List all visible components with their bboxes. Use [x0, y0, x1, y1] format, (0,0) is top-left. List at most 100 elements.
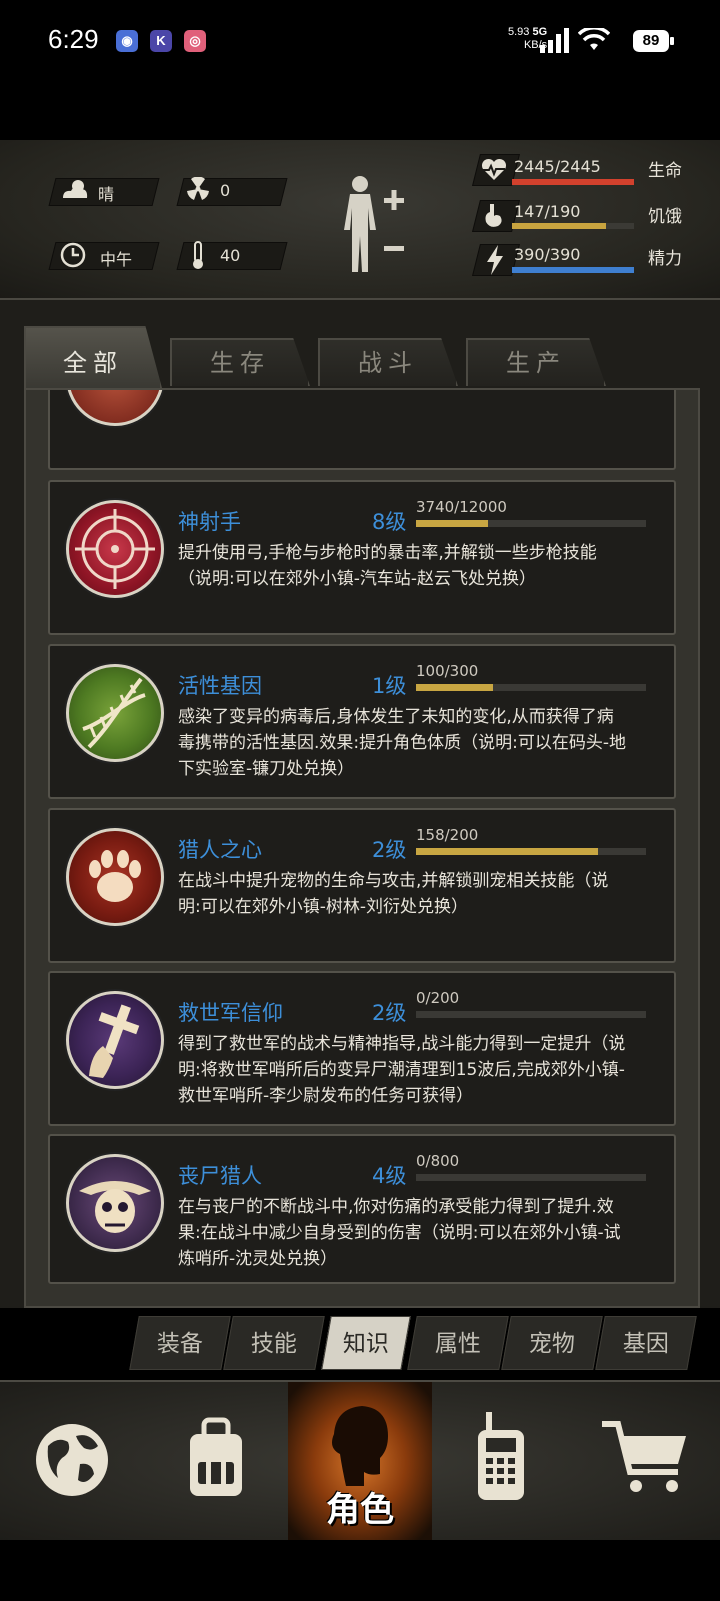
- skill-name: 猎人之心: [178, 838, 262, 862]
- hunger-bar-fill: [512, 223, 607, 229]
- nav-character[interactable]: 角色: [288, 1382, 432, 1542]
- hunger-bar-track: [512, 223, 634, 229]
- skill-progress-fill: [416, 848, 598, 855]
- status-time: 6:29: [48, 24, 99, 54]
- skill-card-partial[interactable]: [48, 390, 676, 470]
- skill-level: 2级: [372, 1001, 407, 1025]
- skill-name: 神射手: [178, 510, 241, 534]
- heart-pulse-icon: [481, 158, 507, 180]
- subtab-pets[interactable]: 宠物: [501, 1316, 603, 1370]
- subtab-label: 属性: [434, 1331, 481, 1357]
- tab-production[interactable]: 生产: [466, 338, 606, 386]
- nav-world[interactable]: [0, 1382, 144, 1542]
- skill-exp: 158/200: [416, 826, 479, 844]
- skill-progress-fill: [416, 520, 488, 527]
- skull-hunter-icon: [66, 1154, 164, 1252]
- clock-icon: [60, 242, 86, 268]
- backpack-icon: [190, 1417, 242, 1496]
- skill-exp: 0/800: [416, 1152, 460, 1170]
- subtab-label: 基因: [622, 1331, 669, 1357]
- tab-all[interactable]: 全部: [24, 326, 162, 388]
- camera-app-icon: ◎: [184, 30, 206, 52]
- skill-progress-track: [416, 848, 646, 855]
- skill-name: 丧尸猎人: [178, 1164, 262, 1188]
- battery-tip: [670, 37, 674, 45]
- k-app-icon: K: [150, 30, 172, 52]
- crosshair-icon: [66, 500, 164, 598]
- system-nav-area: [0, 1540, 720, 1601]
- status-bar: 6:29 ◉ K ◎ 5.93 5G KB/s 89: [0, 0, 720, 84]
- skill-description: 在战斗中提升宠物的生命与攻击,并解锁驯宠相关技能（说明:可以在郊外小镇-树林-刘…: [178, 871, 609, 917]
- tab-survival[interactable]: 生存: [170, 338, 310, 386]
- speed-value: 5.93: [508, 26, 530, 38]
- skill-level: 2级: [372, 838, 407, 862]
- health-bar-fill: [512, 179, 634, 185]
- skill-exp: 0/200: [416, 989, 460, 1007]
- skill-list[interactable]: 神射手 8级 3740/12000 提升使用弓,手枪与步枪时的暴击率,并解锁一些…: [24, 388, 700, 1308]
- skill-exp: 100/300: [416, 662, 479, 680]
- skill-card[interactable]: 丧尸猎人 4级 0/800 在与丧尸的不断战斗中,你对伤痛的承受能力得到了提升.…: [48, 1134, 676, 1284]
- nav-shop[interactable]: [576, 1382, 720, 1542]
- health-bar-track: [512, 179, 634, 185]
- dna-icon: [66, 664, 164, 762]
- skill-progress-track: [416, 684, 646, 691]
- radiation-value: 0: [220, 181, 231, 200]
- temperature-value: 40: [220, 246, 241, 265]
- nav-radio[interactable]: [432, 1382, 576, 1542]
- tab-combat[interactable]: 战斗: [318, 338, 458, 386]
- wifi-icon: [578, 28, 610, 50]
- subtab-skills[interactable]: 技能: [223, 1316, 325, 1370]
- thermometer-icon: [193, 241, 203, 269]
- health-label: 生命: [648, 161, 682, 181]
- skill-progress-track: [416, 520, 646, 527]
- stats-panel: 晴 0 中午 40 2445/2445 生命 147/190 饥饿 390/39…: [0, 140, 720, 300]
- energy-value: 390/390: [514, 245, 581, 264]
- cloud-sun-icon: [63, 180, 88, 198]
- paw-icon: [66, 828, 164, 926]
- skill-card[interactable]: 猎人之心 2级 158/200 在战斗中提升宠物的生命与攻击,并解锁驯宠相关技能…: [48, 808, 676, 963]
- radiation-icon: [187, 177, 209, 200]
- subtab-label: 技能: [250, 1331, 297, 1357]
- subtab-label: 宠物: [528, 1331, 575, 1357]
- skill-description: 提升使用弓,手枪与步枪时的暴击率,并解锁一些步枪技能（说明:可以在郊外小镇-汽车…: [178, 543, 597, 589]
- subtab-knowledge[interactable]: 知识: [321, 1316, 411, 1370]
- cart-icon: [602, 1421, 686, 1492]
- skill-description: 得到了救世军的战术与精神指导,战斗能力得到一定提升（说明:将救世军哨所后的变异尸…: [178, 1034, 626, 1106]
- skill-description: 感染了变异的病毒后,身体发生了未知的变化,从而获得了病毒携带的活性基因.效果:提…: [178, 707, 626, 779]
- health-value: 2445/2445: [514, 157, 601, 176]
- subtab-label: 装备: [156, 1331, 203, 1357]
- signal-icon: [540, 28, 569, 53]
- skill-description: 在与丧尸的不断战斗中,你对伤痛的承受能力得到了提升.效果:在战斗中减少自身受到的…: [178, 1197, 621, 1269]
- skill-progress-fill: [416, 684, 493, 691]
- stomach-icon: [485, 204, 502, 227]
- skill-name: 活性基因: [178, 674, 262, 698]
- globe-icon: [36, 1424, 108, 1496]
- skill-name: 救世军信仰: [178, 1001, 283, 1025]
- radio-icon: [478, 1412, 524, 1500]
- hunger-label: 饥饿: [648, 207, 682, 227]
- character-icon: [332, 1406, 388, 1486]
- skill-card[interactable]: 救世军信仰 2级 0/200 得到了救世军的战术与精神指导,战斗能力得到一定提升…: [48, 971, 676, 1126]
- energy-bolt-icon: [487, 245, 503, 275]
- chat-app-icon: ◉: [116, 30, 138, 52]
- skill-level: 1级: [372, 674, 407, 698]
- skill-exp: 3740/12000: [416, 498, 507, 516]
- energy-label: 精力: [648, 249, 682, 269]
- skill-emblem-partial: [66, 390, 164, 426]
- subtab-label: 知识: [342, 1331, 389, 1357]
- skill-progress-track: [416, 1174, 646, 1181]
- battery-indicator: 89: [633, 30, 669, 52]
- subtab-equipment[interactable]: 装备: [129, 1316, 231, 1370]
- nav-inventory[interactable]: [144, 1382, 288, 1542]
- skill-card[interactable]: 神射手 8级 3740/12000 提升使用弓,手枪与步枪时的暴击率,并解锁一些…: [48, 480, 676, 635]
- energy-bar-fill: [512, 267, 634, 273]
- skill-card[interactable]: 活性基因 1级 100/300 感染了变异的病毒后,身体发生了未知的变化,从而获…: [48, 644, 676, 799]
- skill-progress-track: [416, 1011, 646, 1018]
- subtab-genes[interactable]: 基因: [595, 1316, 697, 1370]
- skill-level: 8级: [372, 510, 407, 534]
- bottom-nav: 角色: [0, 1380, 720, 1542]
- subtab-attributes[interactable]: 属性: [407, 1316, 509, 1370]
- body-status-icon[interactable]: [338, 174, 410, 276]
- nav-character-label: 角色: [326, 1490, 394, 1530]
- hunger-value: 147/190: [514, 202, 581, 221]
